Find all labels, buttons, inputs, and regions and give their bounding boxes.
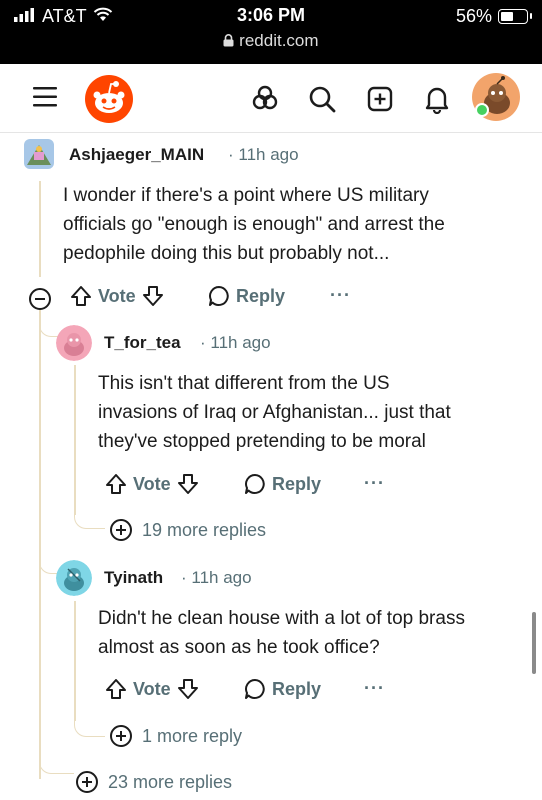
thread-connector <box>39 533 58 574</box>
thread-line <box>74 365 76 515</box>
downvote-icon[interactable] <box>142 285 164 307</box>
reply-button[interactable]: Reply <box>244 678 321 700</box>
upvote-icon[interactable] <box>105 678 127 700</box>
more-options-button[interactable]: ··· <box>364 473 385 494</box>
expand-icon <box>110 725 132 747</box>
more-replies-label: 1 more reply <box>142 725 243 746</box>
more-replies-label: 19 more replies <box>142 519 267 540</box>
reply-label: Reply <box>236 285 286 306</box>
expand-icon <box>110 519 132 541</box>
thread-line <box>74 601 76 721</box>
battery-info: 56% <box>455 6 532 27</box>
thread-connector <box>74 708 105 737</box>
comment-body: Didn't he clean house with a lot of top … <box>98 604 528 662</box>
reddit-logo[interactable] <box>84 74 134 129</box>
battery-icon <box>498 9 532 24</box>
downvote-icon[interactable] <box>177 678 199 700</box>
comment-thread: Ashjaeger_MAIN · 11h ago I wonder if the… <box>0 133 542 800</box>
thread-connector <box>39 753 74 774</box>
lock-icon <box>223 31 239 50</box>
avatar[interactable] <box>24 139 54 169</box>
search-icon[interactable] <box>308 85 336 118</box>
timestamp-text: 11h ago <box>238 145 299 164</box>
vote-control[interactable]: Vote <box>105 473 199 495</box>
more-replies-link[interactable]: 1 more reply <box>110 725 242 747</box>
popular-icon[interactable] <box>251 84 279 117</box>
reply-button[interactable]: Reply <box>208 285 285 307</box>
more-replies-link[interactable]: 23 more replies <box>76 771 232 793</box>
url-text: reddit.com <box>239 31 319 50</box>
comment-line: they've stopped pretending to be moral <box>98 431 426 452</box>
downvote-icon[interactable] <box>177 473 199 495</box>
reply-icon <box>245 679 265 699</box>
reply-icon <box>209 286 229 306</box>
create-post-icon[interactable] <box>367 86 393 117</box>
vote-label: Vote <box>133 678 171 699</box>
comment-author[interactable]: Ashjaeger_MAIN <box>69 145 204 165</box>
more-options-button[interactable]: ··· <box>330 285 351 306</box>
reply-label: Reply <box>272 678 322 699</box>
reply-button[interactable]: Reply <box>244 473 321 495</box>
upvote-icon[interactable] <box>70 285 92 307</box>
thread-line <box>39 181 41 277</box>
status-bar: AT&T 3:06 PM reddit.com 56% <box>0 0 542 64</box>
battery-percent: 56% <box>455 6 492 26</box>
online-status-dot <box>475 103 489 117</box>
reply-label: Reply <box>272 473 322 494</box>
notifications-icon[interactable] <box>423 84 451 119</box>
comment-body: This isn't that different from the US in… <box>98 369 528 456</box>
comment-line: Didn't he clean house with a lot of top … <box>98 608 465 629</box>
reply-icon <box>245 474 265 494</box>
comment-body: I wonder if there's a point where US mil… <box>63 181 523 268</box>
avatar[interactable] <box>56 560 92 596</box>
expand-icon <box>76 771 98 793</box>
menu-icon[interactable] <box>33 86 57 113</box>
upvote-icon[interactable] <box>105 473 127 495</box>
comment-author[interactable]: Tyinath <box>104 568 163 588</box>
comment-timestamp: · 11h ago <box>228 145 299 164</box>
comment-line: invasions of Iraq or Afghanistan... just… <box>98 402 451 423</box>
thread-connector <box>74 498 105 529</box>
user-avatar[interactable] <box>472 73 520 121</box>
comment-line: officials go "enough is enough" and arre… <box>63 214 445 235</box>
comment-line: pedophile doing this but probably not... <box>63 243 390 264</box>
top-nav <box>0 64 542 133</box>
thread-connector <box>39 308 58 337</box>
more-options-button[interactable]: ··· <box>364 678 385 699</box>
comment-timestamp: · 11h ago <box>200 333 271 352</box>
vote-label: Vote <box>133 473 171 494</box>
url-bar[interactable]: reddit.com <box>0 31 542 51</box>
vote-control[interactable]: Vote <box>105 678 199 700</box>
more-replies-label: 23 more replies <box>108 771 233 792</box>
comment-line: This isn't that different from the US <box>98 373 390 394</box>
avatar[interactable] <box>56 325 92 361</box>
collapse-thread-icon[interactable] <box>29 288 51 310</box>
vote-label: Vote <box>98 285 136 306</box>
timestamp-text: 11h ago <box>191 568 252 587</box>
comment-author[interactable]: T_for_tea <box>104 333 181 353</box>
comment-line: I wonder if there's a point where US mil… <box>63 185 429 206</box>
vote-control[interactable]: Vote <box>70 285 164 307</box>
more-replies-link[interactable]: 19 more replies <box>110 519 266 541</box>
comment-timestamp: · 11h ago <box>181 568 252 587</box>
comment-line: almost as soon as he took office? <box>98 637 380 658</box>
timestamp-text: 11h ago <box>210 333 271 352</box>
scrollbar[interactable] <box>532 612 536 674</box>
